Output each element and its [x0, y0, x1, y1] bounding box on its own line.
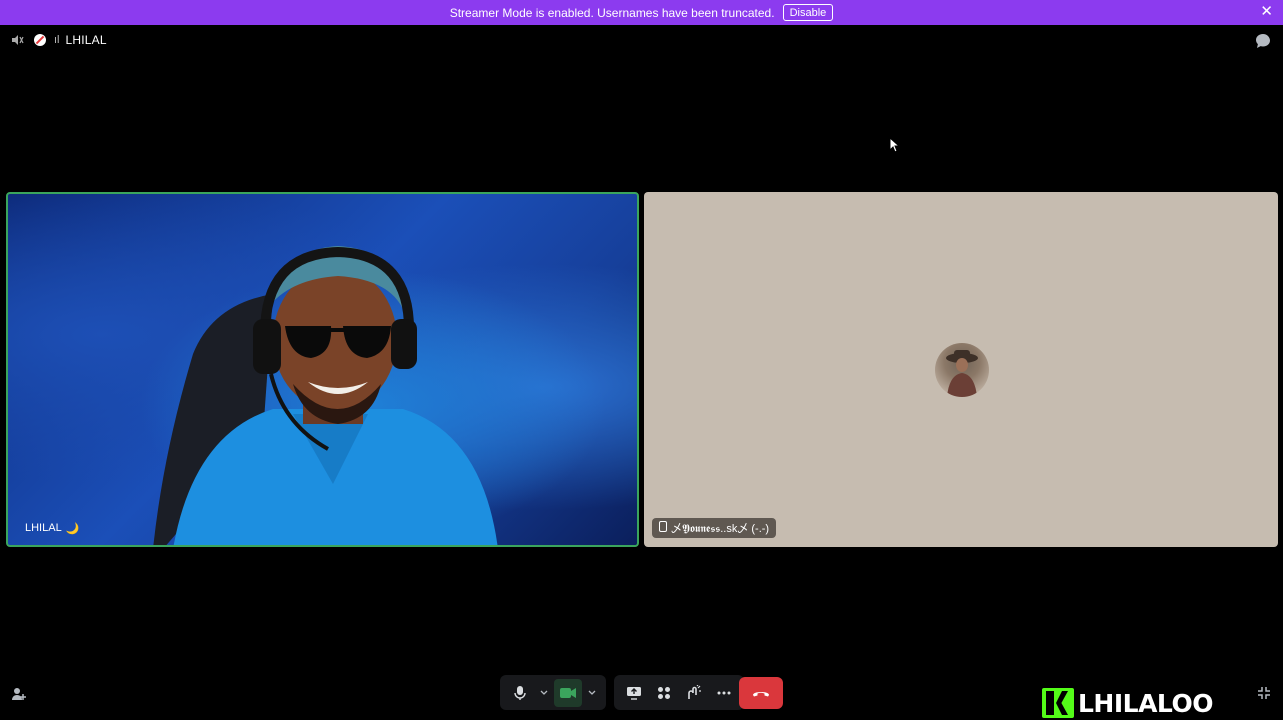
camera-button[interactable]	[554, 678, 582, 707]
soundboard-button[interactable]	[680, 679, 708, 707]
chevron-down-icon	[588, 690, 596, 695]
video-options-button[interactable]	[584, 679, 600, 707]
disconnect-button[interactable]	[739, 677, 783, 709]
participant-avatar	[935, 343, 989, 397]
activities-icon	[658, 686, 670, 699]
invite-user-icon[interactable]	[11, 686, 27, 702]
participant-name: LHILAL	[25, 522, 62, 534]
mobile-icon	[659, 521, 667, 535]
video-camera-icon	[560, 687, 576, 698]
participant-name-tag: 乄𝖄𝖔𝖚𝖓𝖊𝖘𝖘..sk乄 (-.-)	[652, 518, 777, 538]
screen-share-button[interactable]	[620, 679, 648, 707]
exit-fullscreen-icon[interactable]	[1257, 686, 1271, 700]
participant-name: 乄𝖄𝖔𝖚𝖓𝖊𝖘𝖘..sk乄 (-.-)	[671, 523, 770, 535]
channel-header: ıl LHILAL	[10, 32, 107, 48]
banner-message: Streamer Mode is enabled. Usernames have…	[449, 5, 775, 20]
microphone-icon	[514, 685, 526, 700]
streamer-mode-banner: Streamer Mode is enabled. Usernames have…	[0, 0, 1283, 25]
close-icon[interactable]: ✕	[1260, 4, 1273, 20]
webcam-feed	[153, 246, 498, 545]
voice-channel-icon: ıl	[54, 34, 60, 46]
audio-video-group	[500, 675, 606, 710]
moon-emoji: 🌙	[65, 522, 80, 535]
channel-name: LHILAL	[65, 33, 107, 47]
chat-icon[interactable]	[1255, 33, 1271, 49]
video-tile-self[interactable]: LHILAL 🌙	[6, 192, 639, 547]
logo-text: LHILALOO	[1078, 688, 1213, 718]
chevron-down-icon	[540, 690, 548, 695]
activities-button[interactable]	[650, 679, 678, 707]
screen-share-icon	[627, 686, 641, 700]
audio-options-button[interactable]	[536, 679, 552, 707]
kick-k-icon	[1042, 688, 1074, 718]
kick-logo: LHILALOO	[1042, 688, 1213, 718]
more-options-button[interactable]	[710, 679, 738, 707]
microphone-button[interactable]	[506, 679, 534, 707]
disable-streamer-mode-button[interactable]: Disable	[782, 4, 834, 21]
mouse-cursor-icon	[889, 136, 901, 153]
more-icon	[717, 691, 731, 694]
hang-up-icon	[753, 692, 769, 697]
activity-group	[614, 675, 744, 710]
soundboard-icon	[688, 684, 701, 699]
participant-name-self: LHILAL 🌙	[18, 518, 86, 538]
blocked-icon	[34, 34, 46, 46]
media-controls	[500, 675, 744, 710]
speaker-mute-icon[interactable]	[10, 33, 24, 47]
